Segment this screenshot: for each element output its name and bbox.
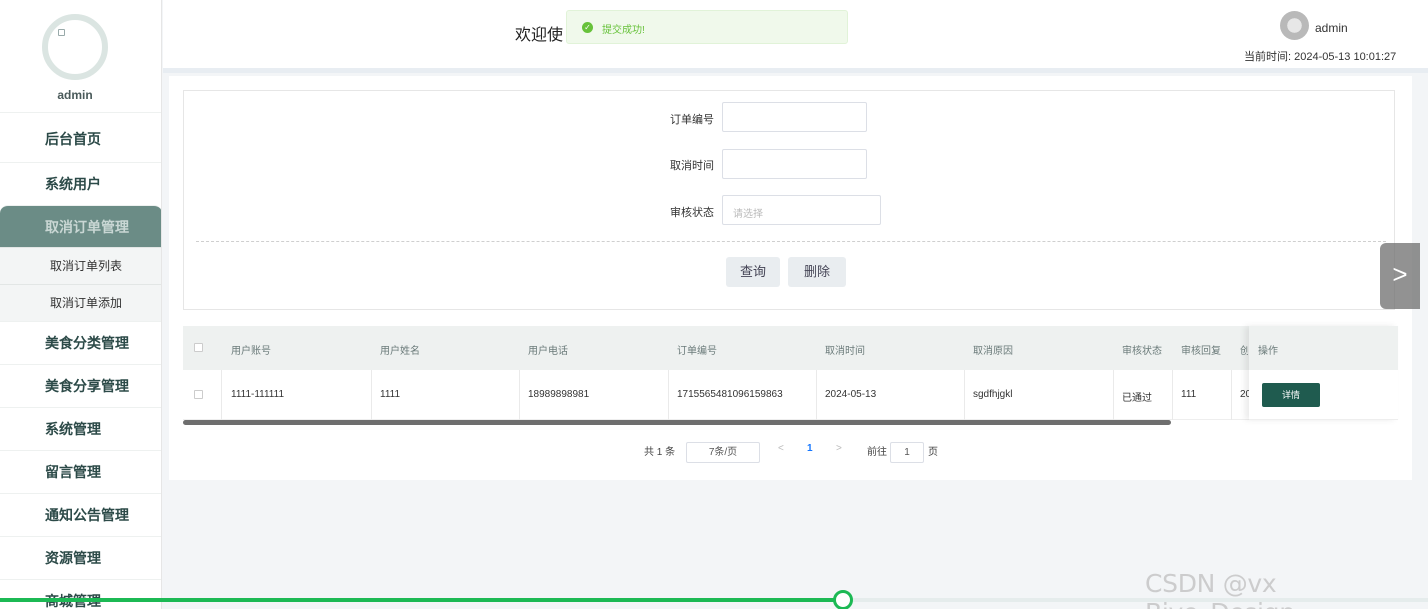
goto-page-input[interactable]: 1: [890, 442, 924, 463]
cell-user-account: 1111-111111: [231, 389, 285, 400]
sidebar-avatar[interactable]: [42, 14, 108, 80]
delete-button[interactable]: 删除: [788, 257, 846, 287]
broken-image-icon: [58, 29, 65, 36]
sidebar-item-system-management[interactable]: 系统管理: [0, 407, 161, 450]
header-avatar[interactable]: [1280, 11, 1309, 40]
cancel-time-label: 取消时间: [670, 160, 714, 172]
sidebar-item-notice-management[interactable]: 通知公告管理: [0, 493, 161, 536]
sidebar-subitem-cancel-order-add[interactable]: 取消订单添加: [0, 284, 161, 321]
pagination-total-suffix: 条: [665, 447, 676, 458]
cell-review-reply: 111: [1181, 389, 1197, 400]
cell-created-partial: 20: [1240, 389, 1249, 400]
sidebar: admin 后台首页 系统用户 取消订单管理 取消订单列表 取消订单添加 美食分…: [0, 0, 162, 609]
app-root: admin 后台首页 系统用户 取消订单管理 取消订单列表 取消订单添加 美食分…: [0, 0, 1428, 609]
header-divider: [163, 68, 1428, 73]
query-button[interactable]: 查询: [726, 257, 780, 287]
sidebar-item-mall-management[interactable]: 商城管理: [0, 579, 161, 609]
sidebar-item-cancel-order-management[interactable]: 取消订单管理: [0, 205, 161, 247]
cell-divider: [221, 370, 222, 420]
cell-divider: [371, 370, 372, 420]
sidebar-item-food-category[interactable]: 美食分类管理: [0, 321, 161, 364]
col-user-phone[interactable]: 用户电话: [528, 342, 568, 357]
col-review-reply[interactable]: 审核回复: [1181, 342, 1221, 357]
order-no-label: 订单编号: [670, 114, 714, 126]
cell-user-name: 1111: [380, 389, 401, 400]
next-page-button[interactable]: >: [836, 443, 842, 454]
top-header: 欢迎使 ✓ 提交成功! admin 当前时间: 2024-05-13 10:01…: [163, 0, 1428, 68]
cell-cancel-time: 2024-05-13: [825, 389, 877, 400]
col-order-no[interactable]: 订单编号: [677, 342, 717, 357]
table-horizontal-scrollbar[interactable]: [183, 420, 1171, 425]
header-username[interactable]: admin: [1315, 21, 1348, 35]
cell-order-no: 1715565481096159863: [677, 389, 783, 400]
goto-label: 前往: [867, 447, 887, 458]
cancel-order-table: 用户账号 用户姓名 用户电话 订单编号 取消时间 取消原因 审核状态 审核回复 …: [183, 326, 1398, 425]
slide-next-button[interactable]: >: [1380, 243, 1420, 309]
cell-user-phone: 18989898981: [528, 389, 590, 400]
goto-suffix: 页: [928, 447, 938, 458]
cell-divider: [1172, 370, 1173, 420]
detail-button[interactable]: 详情: [1262, 383, 1320, 407]
select-all-checkbox[interactable]: [194, 343, 203, 352]
cell-divider: [964, 370, 965, 420]
col-cancel-reason[interactable]: 取消原因: [973, 342, 1013, 357]
cancel-time-input[interactable]: [722, 149, 867, 179]
sidebar-item-message-management[interactable]: 留言管理: [0, 450, 161, 493]
welcome-text: 欢迎使: [515, 27, 564, 44]
sidebar-subitem-cancel-order-list[interactable]: 取消订单列表: [0, 247, 161, 284]
current-time-value: 2024-05-13 10:01:27: [1294, 51, 1397, 63]
sidebar-item-home[interactable]: 后台首页: [0, 112, 161, 162]
sidebar-menu: 后台首页 系统用户 取消订单管理 取消订单列表 取消订单添加 美食分类管理 美食…: [0, 112, 161, 609]
col-cancel-time[interactable]: 取消时间: [825, 342, 865, 357]
current-time: 当前时间: 2024-05-13 10:01:27: [1244, 48, 1396, 64]
cell-divider: [668, 370, 669, 420]
pagination-total-count: 1: [656, 447, 663, 458]
cell-cancel-reason: sgdfhjgkl: [973, 389, 1013, 400]
form-divider: [196, 241, 1386, 242]
col-user-name[interactable]: 用户姓名: [380, 342, 420, 357]
video-progress-knob[interactable]: [833, 590, 853, 609]
csdn-watermark: CSDN @vx Biye_Design: [1145, 569, 1295, 609]
cell-review-status: 已通过: [1122, 393, 1152, 404]
video-progress-fill: [0, 598, 843, 602]
toast-message: 提交成功!: [602, 25, 645, 36]
order-no-input[interactable]: [722, 102, 867, 132]
success-toast: ✓ 提交成功!: [566, 10, 848, 44]
sidebar-username: admin: [57, 88, 93, 102]
table-row: 1111-111111 1111 18989898981 17155654810…: [183, 370, 1398, 420]
review-status-select[interactable]: 请选择: [722, 195, 881, 225]
page-size-select[interactable]: 7条/页: [686, 442, 760, 463]
current-time-label: 当前时间:: [1244, 51, 1292, 63]
pagination-total-prefix: 共: [644, 447, 654, 458]
cell-divider: [519, 370, 520, 420]
pagination-total: 共 1 条: [644, 443, 675, 458]
sidebar-item-food-share[interactable]: 美食分享管理: [0, 364, 161, 407]
page-number-1[interactable]: 1: [807, 443, 813, 454]
review-status-label: 审核状态: [670, 207, 714, 219]
col-user-account[interactable]: 用户账号: [231, 342, 271, 357]
sidebar-item-system-users[interactable]: 系统用户: [0, 162, 161, 205]
table-header: 用户账号 用户姓名 用户电话 订单编号 取消时间 取消原因 审核状态 审核回复 …: [183, 326, 1398, 370]
cell-divider: [816, 370, 817, 420]
prev-page-button[interactable]: <: [778, 443, 784, 454]
sidebar-item-resource-management[interactable]: 资源管理: [0, 536, 161, 579]
success-check-icon: ✓: [582, 22, 593, 33]
cell-divider: [1113, 370, 1114, 420]
col-created-partial: 创: [1240, 346, 1248, 357]
row-checkbox[interactable]: [194, 390, 203, 399]
col-review-status[interactable]: 审核状态: [1122, 342, 1162, 357]
cell-divider: [1231, 370, 1232, 420]
